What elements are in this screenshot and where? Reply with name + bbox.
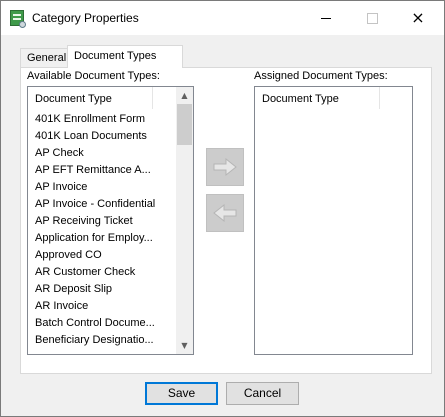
list-item[interactable]: 401K Loan Documents [28,128,174,145]
tab-document-types[interactable]: Document Types [67,45,183,68]
add-type-button[interactable] [206,148,244,186]
arrow-left-icon [213,203,237,223]
column-separator[interactable] [379,87,380,109]
minimize-button[interactable] [303,1,349,35]
cancel-button[interactable]: Cancel [226,382,299,405]
list-item[interactable]: Batch Control Docume... [28,315,174,332]
list-item[interactable]: AR Deposit Slip [28,281,174,298]
list-item[interactable]: 401K Enrollment Form [28,111,174,128]
list-item[interactable]: AR Invoice [28,298,174,315]
scroll-down-icon[interactable]: ▼ [176,337,193,354]
scroll-up-icon[interactable]: ▲ [176,87,193,104]
assigned-column-header[interactable]: Document Type [255,87,339,111]
available-types-label: Available Document Types: [27,70,160,82]
dialog-window: Category Properties × General Document T… [0,0,445,417]
close-icon: × [411,8,425,27]
assigned-types-label: Assigned Document Types: [254,70,388,82]
list-item[interactable]: Approved CO [28,247,174,264]
assigned-types-list[interactable]: Document Type [254,86,413,355]
available-items: 401K Enrollment Form 401K Loan Documents A… [28,111,174,349]
category-app-icon [10,10,26,28]
title-bar[interactable]: Category Properties × [1,1,444,35]
close-button[interactable]: × [395,1,441,35]
available-types-list[interactable]: Document Type 401K Enrollment Form 401K L… [27,86,194,355]
minimize-icon [321,17,331,19]
column-separator[interactable] [152,87,153,109]
arrow-right-icon [213,157,237,177]
save-button[interactable]: Save [145,382,218,405]
available-scrollbar[interactable]: ▲ ▼ [176,87,193,354]
window-title: Category Properties [32,11,139,25]
list-item[interactable]: AP Receiving Ticket [28,213,174,230]
list-item[interactable]: AP Invoice - Confidential [28,196,174,213]
document-types-panel: Available Document Types: Assigned Docum… [20,67,432,374]
maximize-button [349,1,395,35]
list-item[interactable]: AP Invoice [28,179,174,196]
list-item[interactable]: Application for Employ... [28,230,174,247]
available-column-header[interactable]: Document Type [28,87,112,111]
list-item[interactable]: AP Check [28,145,174,162]
list-item[interactable]: Beneficiary Designatio... [28,332,174,349]
list-item[interactable]: AP EFT Remittance A... [28,162,174,179]
maximize-icon [366,12,378,24]
list-item[interactable]: AR Customer Check [28,264,174,281]
scroll-thumb[interactable] [177,104,192,145]
remove-type-button[interactable] [206,194,244,232]
tab-general[interactable]: General [20,48,68,67]
